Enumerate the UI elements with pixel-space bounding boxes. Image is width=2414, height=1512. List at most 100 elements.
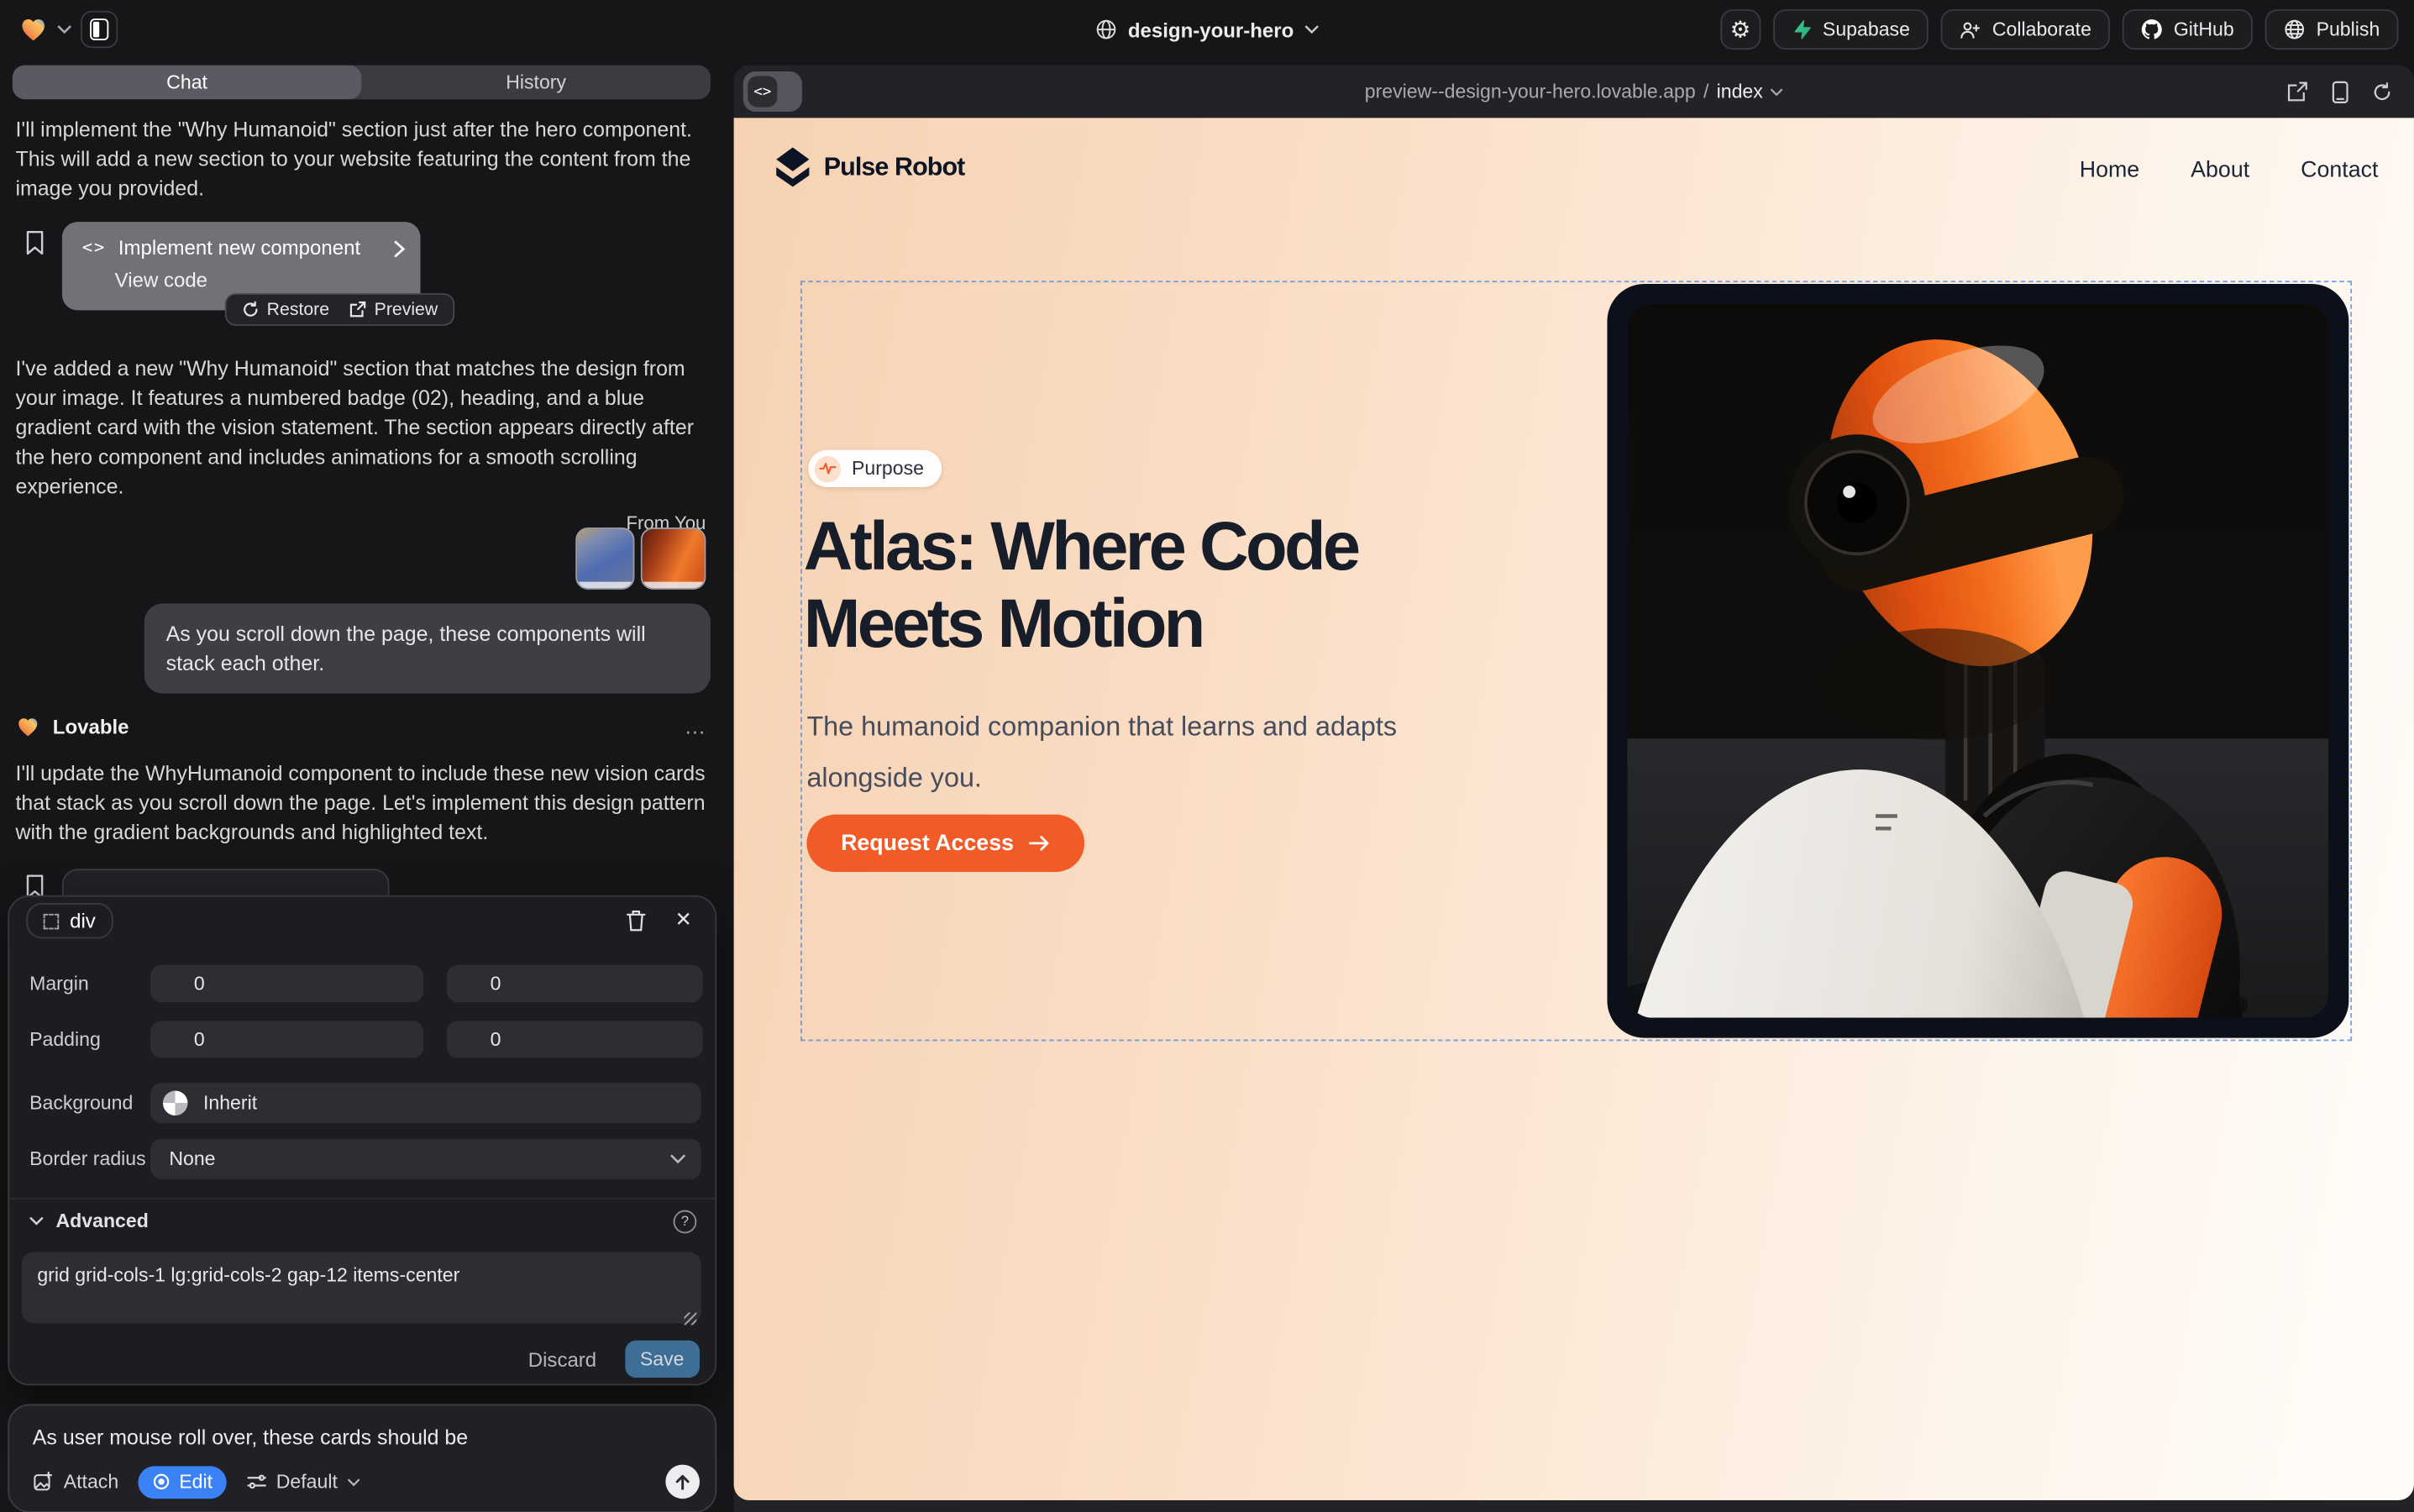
padding-label: Padding: [29, 1029, 101, 1051]
chat-mode-select[interactable]: Default: [247, 1471, 359, 1493]
settings-button[interactable]: ⚙: [1720, 9, 1761, 50]
assistant-name: Lovable: [53, 715, 129, 738]
publish-button[interactable]: Publish: [2265, 9, 2399, 50]
nav-about[interactable]: About: [2191, 158, 2249, 183]
bookmark-icon[interactable]: [25, 229, 45, 255]
preview-url-bar[interactable]: preview--design-your-hero.lovable.app / …: [1365, 66, 1783, 118]
restore-preview-toolbar: Restore Preview: [225, 293, 455, 326]
pulse-icon: [815, 455, 841, 481]
delete-element-button[interactable]: [625, 909, 647, 932]
nav-contact[interactable]: Contact: [2301, 158, 2378, 183]
url-separator: /: [1703, 81, 1708, 102]
supabase-icon: [1792, 18, 1812, 40]
publish-globe-icon: [2284, 18, 2306, 40]
site-brand-name: Pulse Robot: [824, 153, 965, 182]
supabase-label: Supabase: [1823, 18, 1910, 40]
mobile-view-icon[interactable]: [2332, 80, 2348, 103]
save-button[interactable]: Save: [624, 1341, 700, 1378]
help-icon[interactable]: ?: [674, 1210, 697, 1233]
element-tag: div: [70, 909, 96, 932]
external-link-icon: [349, 301, 366, 318]
site-brand[interactable]: Pulse Robot: [774, 147, 965, 187]
assistant-message-2: I've added a new "Why Humanoid" section …: [15, 354, 707, 501]
tab-history[interactable]: History: [361, 66, 711, 100]
user-message-bubble: As you scroll down the page, these compo…: [144, 603, 711, 693]
github-button[interactable]: GitHub: [2123, 9, 2253, 50]
collaborate-button[interactable]: Collaborate: [1941, 9, 2110, 50]
preview-page: index: [1717, 81, 1763, 102]
hero-heading: Atlas: Where Code Meets Motion: [804, 509, 1533, 664]
nav-home[interactable]: Home: [2080, 158, 2139, 183]
attach-button[interactable]: Attach: [33, 1471, 118, 1493]
edit-mode-button[interactable]: Edit: [139, 1465, 226, 1498]
margin-label: Margin: [29, 973, 89, 995]
site-preview: Pulse Robot Home About Contact Purpose A…: [734, 118, 2414, 1500]
attach-image-icon: [33, 1471, 55, 1493]
publish-label: Publish: [2317, 18, 2380, 40]
advanced-classes-input[interactable]: grid grid-cols-1 lg:grid-cols-2 gap-12 i…: [22, 1252, 701, 1324]
app-topbar: design-your-hero ⚙ Supabase Collaborate …: [0, 0, 2414, 59]
robot-image: [1628, 304, 2329, 1018]
project-switcher[interactable]: design-your-hero: [1095, 0, 1319, 59]
attach-label: Attach: [64, 1471, 118, 1493]
padding-x-input[interactable]: [150, 1021, 423, 1058]
panel-divider: [9, 1198, 715, 1200]
composer-input[interactable]: As user mouse roll over, these cards sho…: [33, 1425, 468, 1449]
background-value: Inherit: [203, 1092, 257, 1114]
code-preview-toggle[interactable]: <>: [743, 71, 802, 112]
tab-chat[interactable]: Chat: [13, 66, 362, 100]
background-field[interactable]: Inherit: [150, 1083, 701, 1123]
code-toggle-icon: <>: [748, 76, 777, 108]
logo-chevron-down-icon[interactable]: [57, 25, 71, 34]
border-radius-select[interactable]: None: [150, 1139, 701, 1179]
chat-composer[interactable]: As user mouse roll over, these cards sho…: [8, 1404, 716, 1512]
gear-icon: ⚙: [1730, 18, 1751, 41]
mode-chevron-icon: [347, 1478, 359, 1485]
restore-label: Restore: [267, 300, 329, 318]
more-options-button[interactable]: …: [685, 714, 708, 739]
panel-icon: [90, 18, 108, 40]
transparency-swatch-icon: [163, 1090, 188, 1116]
purpose-badge-label: Purpose: [852, 458, 924, 480]
component-card-title: Implement new component: [118, 236, 360, 260]
send-button[interactable]: [665, 1465, 700, 1499]
refresh-icon[interactable]: [2372, 81, 2392, 102]
element-inspector-panel: div ✕ Margin Padding Background Inherit …: [8, 895, 716, 1386]
chevron-right-icon: [394, 240, 405, 257]
hero-subheading: The humanoid companion that learns and a…: [806, 701, 1427, 804]
attachment-thumbnail-orange[interactable]: [641, 528, 706, 590]
selected-element-chip[interactable]: div: [26, 903, 113, 938]
chat-history-tabs: Chat History: [13, 66, 711, 100]
border-radius-value: None: [169, 1148, 215, 1170]
open-in-new-tab-icon[interactable]: [2286, 81, 2308, 102]
view-code-link[interactable]: View code: [115, 269, 207, 292]
lovable-logo-icon[interactable]: [18, 15, 48, 43]
background-label: Background: [29, 1092, 133, 1114]
preview-label: Preview: [375, 300, 438, 318]
collaborate-label: Collaborate: [1992, 18, 2091, 40]
project-chevron-down-icon: [1304, 25, 1319, 34]
edit-label: Edit: [179, 1471, 213, 1493]
supabase-button[interactable]: Supabase: [1773, 9, 1929, 50]
restore-button[interactable]: Restore: [242, 300, 329, 318]
collaborate-icon: [1960, 19, 1981, 39]
hero-image-card: [1607, 284, 2348, 1038]
pulse-robot-logo-icon: [774, 147, 811, 187]
sliders-icon: [247, 1473, 267, 1491]
request-access-button[interactable]: Request Access: [806, 815, 1084, 872]
margin-x-input[interactable]: [150, 965, 423, 1002]
preview-chrome-bar: <> preview--design-your-hero.lovable.app…: [734, 66, 2414, 118]
attachment-thumbnail-blue[interactable]: [575, 528, 634, 590]
padding-y-input[interactable]: [447, 1021, 703, 1058]
textarea-resize-handle[interactable]: [685, 1313, 697, 1326]
toggle-sidebar-button[interactable]: [81, 11, 118, 48]
github-label: GitHub: [2174, 18, 2234, 40]
discard-button[interactable]: Discard: [528, 1347, 596, 1371]
margin-y-input[interactable]: [447, 965, 703, 1002]
preview-panel: <> preview--design-your-hero.lovable.app…: [734, 66, 2414, 1512]
cta-label: Request Access: [841, 831, 1014, 856]
advanced-chevron-icon[interactable]: [29, 1216, 44, 1226]
preview-button[interactable]: Preview: [349, 300, 438, 318]
close-inspector-button[interactable]: ✕: [675, 907, 692, 932]
advanced-section-label[interactable]: Advanced: [55, 1210, 148, 1232]
